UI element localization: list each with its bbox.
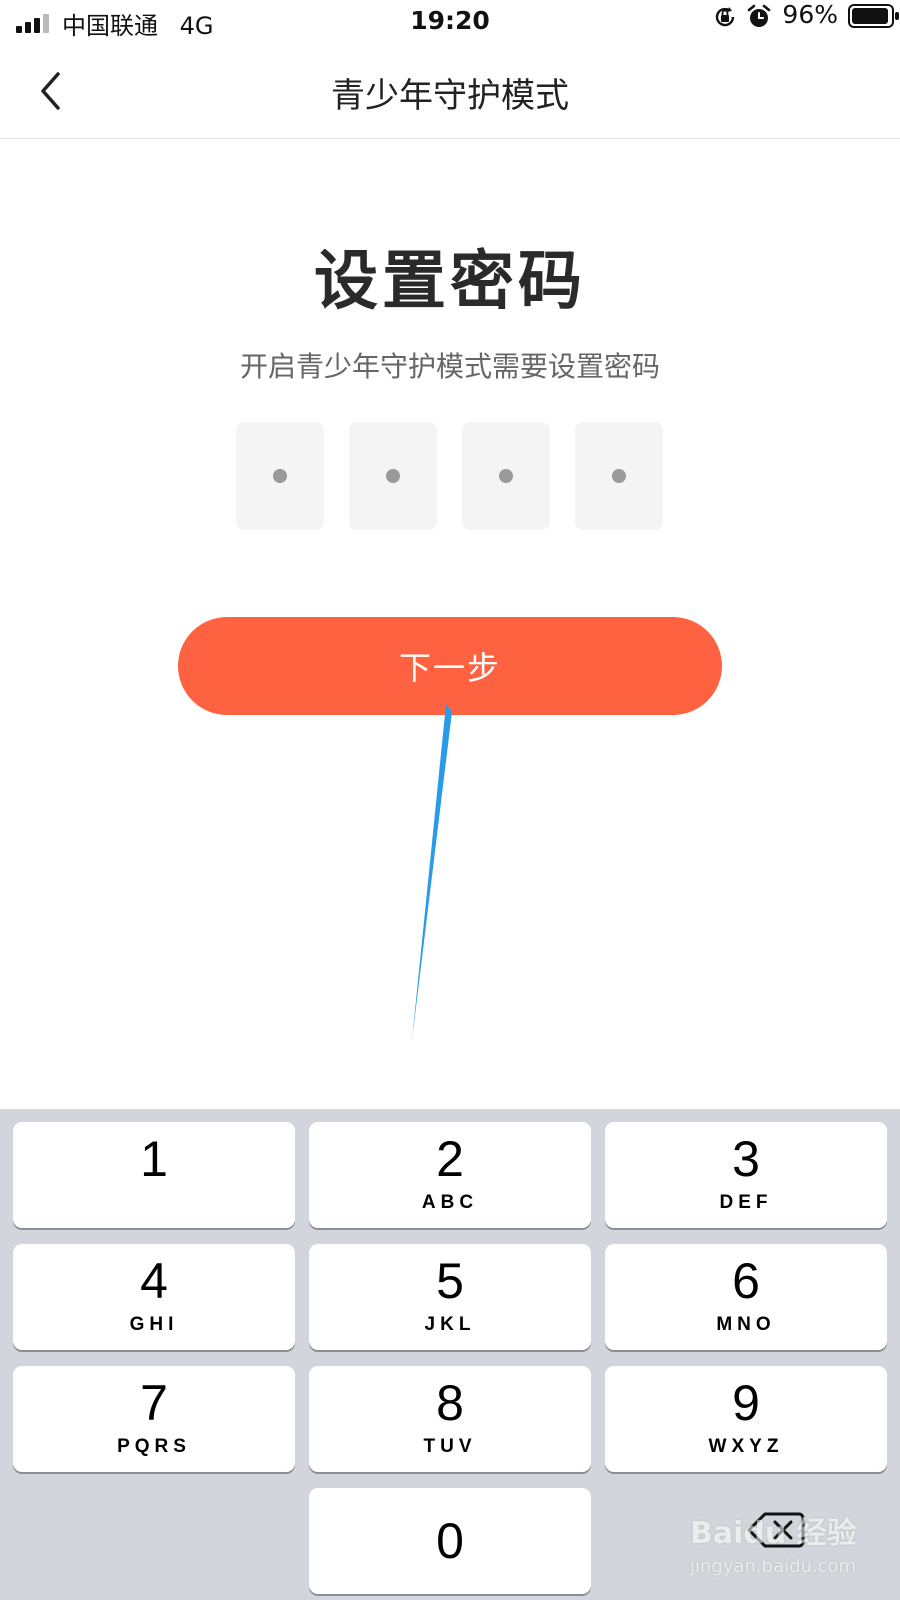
key-digit: 5	[436, 1253, 464, 1309]
key-letters: DEF	[719, 1192, 773, 1213]
key-digit: 6	[732, 1253, 760, 1309]
key-digit: 4	[140, 1253, 168, 1309]
annotation-pointer	[412, 704, 452, 1040]
key-letters: PQRS	[117, 1436, 191, 1457]
key-letters: GHI	[129, 1314, 179, 1335]
baidu-watermark: Baidu 经验 jingyan.baidu.com	[690, 1500, 890, 1590]
key-0[interactable]: 0	[309, 1488, 591, 1594]
key-digit: 2	[436, 1131, 464, 1187]
key-letters: MNO	[716, 1314, 776, 1335]
key-6[interactable]: 6 MNO	[605, 1244, 887, 1350]
key-5[interactable]: 5 JKL	[309, 1244, 591, 1350]
key-digit: 3	[732, 1131, 760, 1187]
key-4[interactable]: 4 GHI	[13, 1244, 295, 1350]
watermark-url: jingyan.baidu.com	[690, 1556, 857, 1577]
key-digit: 0	[436, 1513, 464, 1569]
key-letters: TUV	[423, 1436, 477, 1457]
key-digit: 7	[140, 1375, 168, 1431]
key-8[interactable]: 8 TUV	[309, 1366, 591, 1472]
key-digit: 9	[732, 1375, 760, 1431]
key-1[interactable]: 1	[13, 1122, 295, 1228]
watermark-brand: Baidu 经验	[690, 1516, 857, 1551]
key-letters: ABC	[421, 1192, 479, 1213]
key-9[interactable]: 9 WXYZ	[605, 1366, 887, 1472]
key-digit: 1	[140, 1131, 168, 1187]
key-2[interactable]: 2 ABC	[309, 1122, 591, 1228]
key-letters: JKL	[424, 1314, 476, 1335]
key-7[interactable]: 7 PQRS	[13, 1366, 295, 1472]
key-3[interactable]: 3 DEF	[605, 1122, 887, 1228]
key-letters: WXYZ	[708, 1436, 784, 1457]
key-digit: 8	[436, 1375, 464, 1431]
